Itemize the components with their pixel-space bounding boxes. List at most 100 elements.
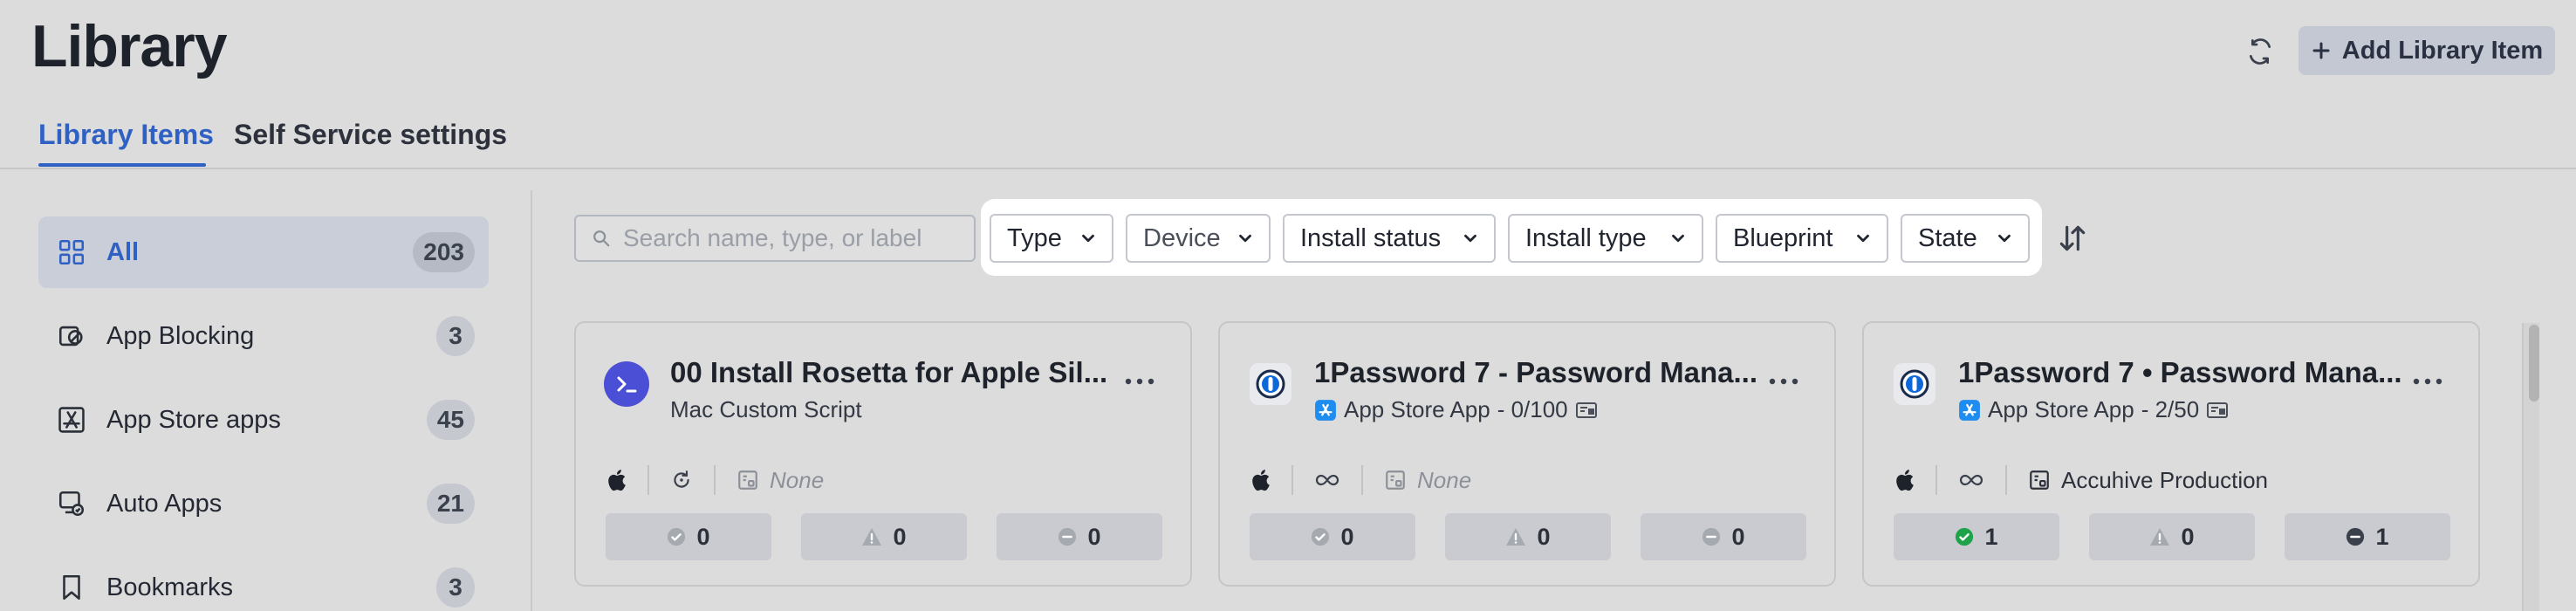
app-blocking-icon [54, 319, 89, 354]
bookmark-icon [54, 570, 89, 605]
warning-icon [2150, 528, 2170, 546]
filter-label: Device [1143, 223, 1221, 252]
card-blueprint: None [1417, 466, 1472, 493]
excluded-count: 0 [1731, 523, 1745, 550]
chevron-down-icon [1998, 234, 2011, 243]
app-store-icon [54, 402, 89, 437]
warning-count-button[interactable]: 0 [1445, 513, 1611, 560]
sidebar-item-bookmarks[interactable]: Bookmarks 3 [38, 552, 489, 611]
filter-install-type-dropdown[interactable]: Install type [1508, 214, 1703, 263]
tab-library-items[interactable]: Library Items [38, 119, 214, 151]
more-options-button[interactable] [2408, 368, 2447, 395]
card-title: 1Password 7 • Password Mana... [1958, 356, 2402, 388]
success-count: 0 [696, 523, 710, 550]
more-options-button[interactable] [1120, 368, 1159, 395]
sidebar-item-all[interactable]: All 203 [38, 216, 489, 288]
card-stats: 0 0 0 [1250, 513, 1806, 560]
card-title: 1Password 7 - Password Mana... [1314, 356, 1758, 388]
filter-state-dropdown[interactable]: State [1901, 214, 2030, 263]
excluded-count: 1 [2375, 523, 2389, 550]
page-title: Library [31, 13, 228, 79]
success-count-button[interactable]: 0 [606, 513, 771, 560]
infinity-icon [1959, 474, 1983, 486]
filter-label: Install type [1525, 223, 1647, 252]
card-subtitle: Mac Custom Script [670, 396, 862, 423]
sort-icon [2059, 225, 2086, 251]
library-item-card[interactable]: 1Password 7 - Password Mana... App Store… [1218, 321, 1836, 587]
more-options-button[interactable] [1764, 368, 1803, 395]
filter-label: Install status [1300, 223, 1442, 252]
warning-count-button[interactable]: 0 [2089, 513, 2255, 560]
filter-label: Blueprint [1733, 223, 1833, 252]
plus-icon [2312, 42, 2330, 59]
filter-install-status-dropdown[interactable]: Install status [1283, 214, 1496, 263]
sidebar-item-count: 3 [436, 567, 475, 608]
active-tab-indicator [38, 163, 206, 167]
card-title: 00 Install Rosetta for Apple Sil... [670, 356, 1108, 388]
sidebar-item-count: 3 [436, 316, 475, 356]
sidebar-item-auto-apps[interactable]: Auto Apps 21 [38, 468, 489, 539]
success-count: 1 [1984, 523, 1998, 550]
warning-count: 0 [893, 523, 907, 550]
library-item-card[interactable]: 00 Install Rosetta for Apple Sil... Mac … [574, 321, 1192, 587]
scrollbar-thumb[interactable] [2529, 325, 2539, 402]
success-count-button[interactable]: 0 [1250, 513, 1415, 560]
sidebar-item-app-blocking[interactable]: App Blocking 3 [38, 300, 489, 372]
card-meta: None [1250, 463, 1471, 498]
filter-label: State [1918, 223, 1977, 252]
sidebar-item-label: App Blocking [106, 321, 255, 350]
apple-icon [608, 470, 626, 491]
filter-blueprint-dropdown[interactable]: Blueprint [1716, 214, 1888, 263]
search-icon [593, 230, 610, 247]
infinity-icon [1315, 474, 1339, 486]
warning-icon [862, 528, 882, 546]
sidebar-item-label: Bookmarks [106, 573, 234, 601]
refresh-button[interactable] [2234, 26, 2286, 77]
card-subtitle: App Store App - 0/100 [1314, 396, 1598, 423]
warning-count: 0 [2181, 523, 2195, 550]
blueprint-icon [2030, 470, 2049, 490]
blueprint-icon [1386, 470, 1405, 490]
add-library-item-button[interactable]: Add Library Item [2299, 26, 2555, 75]
card-stats: 1 0 1 [1894, 513, 2450, 560]
card-type: Mac Custom Script [670, 396, 862, 422]
success-count-button[interactable]: 1 [1894, 513, 2059, 560]
search-input[interactable] [623, 224, 963, 252]
card-blueprint: Accuhive Production [2061, 466, 2269, 493]
app-store-badge-icon [1315, 399, 1336, 421]
excluded-icon [2346, 527, 2365, 546]
filter-label: Type [1007, 223, 1062, 252]
search-box[interactable] [574, 215, 976, 262]
sidebar-item-app-store-apps[interactable]: App Store apps 45 [38, 384, 489, 456]
license-card-icon [1575, 402, 1597, 418]
chevron-down-icon [1464, 234, 1476, 243]
excluded-count-button[interactable]: 0 [997, 513, 1162, 560]
sort-button[interactable] [2052, 218, 2093, 258]
refresh-icon [674, 470, 689, 488]
grid-icon [54, 235, 89, 270]
sidebar-item-label: Auto Apps [106, 489, 223, 518]
filter-type-dropdown[interactable]: Type [990, 214, 1113, 263]
card-blueprint: None [770, 466, 825, 493]
sidebar-item-count: 203 [413, 232, 475, 272]
library-item-card[interactable]: 1Password 7 • Password Mana... App Store… [1862, 321, 2480, 587]
card-type: App Store App [1344, 396, 1490, 422]
check-circle-icon [1312, 527, 1330, 546]
excluded-count-button[interactable]: 1 [2285, 513, 2450, 560]
chevron-down-icon [1672, 234, 1684, 243]
card-license-count: - 0/100 [1497, 396, 1568, 422]
excluded-icon [1702, 527, 1721, 546]
filter-device-dropdown[interactable]: Device [1126, 214, 1271, 263]
card-stats: 0 0 0 [606, 513, 1162, 560]
apple-icon [1252, 470, 1270, 491]
chevron-down-icon [1857, 234, 1869, 243]
ellipsis-icon [2413, 378, 2442, 385]
ellipsis-icon [1125, 378, 1154, 385]
blueprint-icon [738, 470, 757, 490]
sidebar-item-count: 45 [426, 400, 475, 440]
warning-count-button[interactable]: 0 [801, 513, 967, 560]
warning-count: 0 [1537, 523, 1551, 550]
sidebar-item-label: App Store apps [106, 405, 281, 434]
excluded-count-button[interactable]: 0 [1641, 513, 1806, 560]
tab-self-service-settings[interactable]: Self Service settings [234, 119, 507, 151]
